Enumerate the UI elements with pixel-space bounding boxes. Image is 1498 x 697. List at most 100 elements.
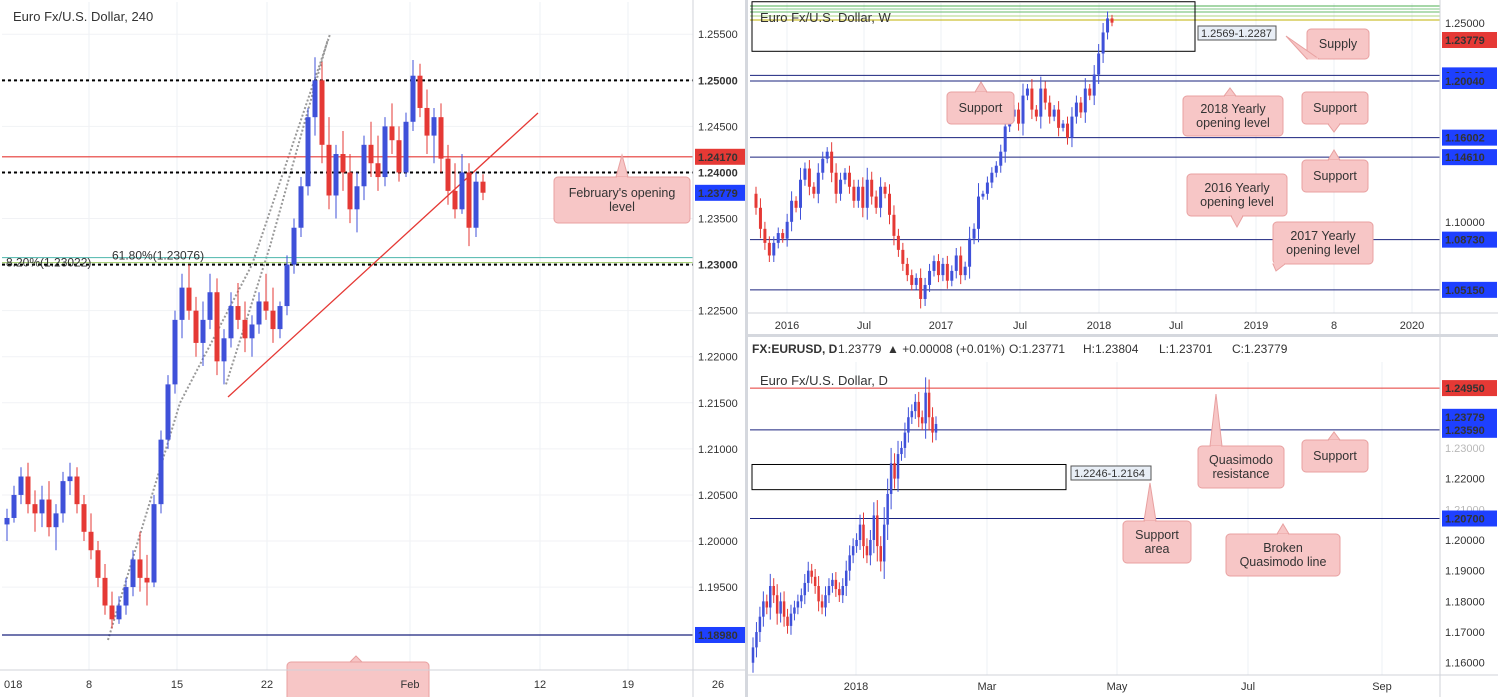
candle-body <box>193 310 199 343</box>
candle-body <box>1097 53 1101 75</box>
candle-body <box>137 559 143 578</box>
daily-annotation-broken-qm-pointer-join <box>1278 534 1288 536</box>
h4-x-tick: Feb <box>401 679 420 691</box>
weekly-annotation-2017-open: opening level <box>1286 243 1360 257</box>
daily-header-open: O:1.23771 <box>1009 342 1065 356</box>
candle-body <box>1052 109 1056 117</box>
candle-body <box>914 401 917 412</box>
candle-body <box>844 570 848 587</box>
candle-body <box>856 186 860 201</box>
daily-x-tick: Sep <box>1372 681 1392 693</box>
daily-price-tick: 1.17000 <box>1445 627 1485 639</box>
candle-body <box>277 306 283 330</box>
candle-body <box>158 439 164 505</box>
weekly-annotation-2017-open: 2017 Yearly <box>1290 229 1356 243</box>
candle-body <box>968 238 972 267</box>
daily-x-tick: Jul <box>1241 681 1255 693</box>
weekly-x-tick: 2016 <box>775 320 799 332</box>
candle-body <box>812 186 816 194</box>
h4-chart: 8.20%(1.23022) 61.80%(1.23076) February's … <box>0 0 745 697</box>
candle-body <box>207 292 213 320</box>
weekly-annotation-support-2-pointer <box>1327 123 1341 133</box>
candle-body <box>896 235 900 250</box>
candle-body <box>403 121 409 173</box>
daily-x-tick: May <box>1107 681 1128 693</box>
candle-body <box>95 550 101 578</box>
candle-body <box>1101 32 1105 54</box>
candle-body <box>830 151 834 173</box>
candle-body <box>981 193 985 197</box>
candle-body <box>18 476 24 495</box>
h4-x-tick: 22 <box>261 679 273 691</box>
candle-body <box>11 494 17 518</box>
daily-annotation-broken-qm: Quasimodo line <box>1240 555 1327 569</box>
candle-body <box>928 270 932 285</box>
candle-body <box>883 186 887 194</box>
daily-annotation-qm-resistance: resistance <box>1213 467 1270 481</box>
daily-annotation-qm-resistance: Quasimodo <box>1209 453 1273 467</box>
h4-fib-label-618: 61.80%(1.23076) <box>112 249 204 263</box>
candle-body <box>340 154 346 173</box>
daily-annotation-qm-resistance-pointer-join <box>1211 446 1221 448</box>
candle-body <box>779 601 782 614</box>
daily-annotation-support: Support <box>1313 449 1357 463</box>
daily-annotation-support-area: area <box>1144 542 1169 556</box>
candle-body <box>389 126 395 141</box>
candle-body <box>781 233 785 239</box>
h4-x-tick: 12 <box>534 679 546 691</box>
candle-body <box>874 196 878 208</box>
h4-x-tick: 15 <box>171 679 183 691</box>
daily-price-tag: 1.23590 <box>1445 425 1485 437</box>
candle-body <box>1106 18 1110 33</box>
h4-x-tick: 8 <box>86 679 92 691</box>
candle-body <box>60 481 66 514</box>
weekly-annotation-support-1: Support <box>959 101 1003 115</box>
candle-body <box>305 117 311 187</box>
weekly-annotation-support-3: Support <box>1313 169 1357 183</box>
candle-body <box>1066 123 1069 138</box>
candle-body <box>821 158 825 173</box>
weekly-annotation-support-1-pointer <box>974 81 988 93</box>
candle-body <box>889 463 893 494</box>
h4-price-tick: 1.22500 <box>698 306 738 318</box>
daily-header-low: L:1.23701 <box>1159 342 1213 356</box>
candle-body <box>333 154 339 196</box>
candle-body <box>816 172 820 194</box>
candle-body <box>920 417 924 424</box>
candle-body <box>919 277 923 299</box>
candle-body <box>1025 88 1029 96</box>
candle-body <box>923 284 927 299</box>
weekly-price-tick: 1.25000 <box>1445 18 1485 30</box>
candle-body <box>1043 88 1047 103</box>
candle-body <box>994 165 998 173</box>
candle-body <box>910 275 914 285</box>
weekly-x-tick: 8 <box>1331 320 1337 332</box>
candle-body <box>790 200 794 222</box>
candle-body <box>855 539 858 547</box>
candle-body <box>249 324 255 339</box>
candle-body <box>932 261 936 271</box>
candle-body <box>910 411 914 418</box>
candle-body <box>165 384 171 440</box>
candle-body <box>74 476 80 505</box>
candle-body <box>796 601 800 608</box>
h4-price-tick: 1.19500 <box>698 582 738 594</box>
candle-body <box>284 264 290 307</box>
h4-price-tag: 1.23779 <box>698 188 738 200</box>
candle-body <box>200 319 206 343</box>
candle-body <box>81 504 87 532</box>
daily-header-high: H:1.23804 <box>1083 342 1139 356</box>
candle-body <box>755 632 758 648</box>
h4-annotation-feb-open: level <box>609 200 635 214</box>
weekly-price-tag: 1.16002 <box>1445 133 1485 145</box>
weekly-current-tag: 1.23779 <box>1445 35 1485 47</box>
candle-body <box>786 616 789 626</box>
candle-body <box>831 579 834 587</box>
candle-body <box>834 579 838 590</box>
candle-body <box>959 255 963 276</box>
weekly-x-tick: Jul <box>1169 320 1183 332</box>
candle-body <box>769 586 772 608</box>
weekly-annotation-2016-open: opening level <box>1200 195 1274 209</box>
weekly-price-tag: 1.08730 <box>1445 235 1485 247</box>
h4-x-tick: 19 <box>622 679 634 691</box>
